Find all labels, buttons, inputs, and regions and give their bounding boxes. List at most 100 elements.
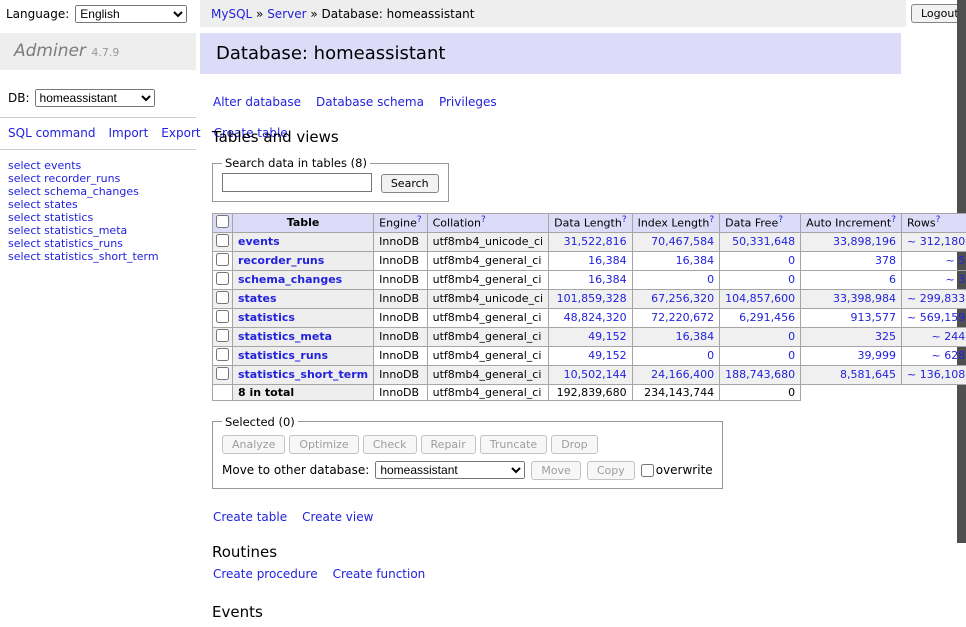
- auto-increment-link[interactable]: 378: [875, 254, 896, 267]
- data-free-link[interactable]: 50,331,648: [732, 235, 795, 248]
- link-database-schema[interactable]: Database schema: [316, 95, 424, 109]
- auto-increment-link[interactable]: 33,898,196: [833, 235, 896, 248]
- data-free-link[interactable]: 0: [788, 330, 795, 343]
- table-name-link-statistics-short-term[interactable]: statistics_short_term: [238, 368, 368, 381]
- overwrite-checkbox[interactable]: [641, 464, 654, 477]
- move-db-select[interactable]: homeassistant: [375, 461, 525, 479]
- engine-cell: InnoDB: [374, 289, 427, 308]
- index-length-link[interactable]: 70,467,584: [651, 235, 714, 248]
- data-length-link[interactable]: 31,522,816: [564, 235, 627, 248]
- rows-count-link[interactable]: ~ 299,833: [907, 292, 965, 305]
- sidebar-table-link-select-statistics-runs[interactable]: select statistics_runs: [8, 237, 188, 250]
- sidebar-table-link-select-statistics-meta[interactable]: select statistics_meta: [8, 224, 188, 237]
- row-checkbox-recorder-runs[interactable]: [216, 253, 229, 266]
- index-length-link[interactable]: 16,384: [676, 254, 715, 267]
- help-link[interactable]: ?: [891, 215, 896, 225]
- sidebar-action-sql-command[interactable]: SQL command: [8, 126, 95, 140]
- sidebar-table-link-select-recorder-runs[interactable]: select recorder_runs: [8, 172, 188, 185]
- link-create-table[interactable]: Create table: [213, 510, 287, 524]
- data-length-link[interactable]: 10,502,144: [564, 368, 627, 381]
- search-input[interactable]: [222, 173, 372, 192]
- sidebar-table-link-select-statistics-short-term[interactable]: select statistics_short_term: [8, 250, 188, 263]
- row-checkbox-states[interactable]: [216, 291, 229, 304]
- data-free-link[interactable]: 0: [788, 273, 795, 286]
- index-length-link[interactable]: 72,220,672: [651, 311, 714, 324]
- index-length-link[interactable]: 24,166,400: [651, 368, 714, 381]
- table-name-link-states[interactable]: states: [238, 292, 277, 305]
- auto-increment-link[interactable]: 325: [875, 330, 896, 343]
- breadcrumb-link-mysql[interactable]: MySQL: [211, 7, 252, 21]
- db-select[interactable]: homeassistant: [35, 89, 155, 107]
- rows-count-link[interactable]: ~ 569,159: [907, 311, 965, 324]
- rows-count-link[interactable]: ~ 3: [945, 273, 965, 286]
- sidebar-table-link-select-schema-changes[interactable]: select schema_changes: [8, 185, 188, 198]
- help-link[interactable]: ?: [417, 215, 422, 225]
- table-header-row: TableEngine?Collation?Data Length?Index …: [213, 213, 966, 232]
- column-header-auto-increment: Auto Increment?: [801, 213, 902, 232]
- sidebar-table-link-select-events[interactable]: select events: [8, 159, 188, 172]
- help-link[interactable]: ?: [936, 215, 941, 225]
- auto-increment-link[interactable]: 913,577: [851, 311, 897, 324]
- link-alter-database[interactable]: Alter database: [213, 95, 301, 109]
- link-create-function[interactable]: Create function: [333, 567, 426, 581]
- data-free-link[interactable]: 6,291,456: [739, 311, 795, 324]
- auto-increment-link[interactable]: 8,581,645: [840, 368, 896, 381]
- sidebar-table-link-select-states[interactable]: select states: [8, 198, 188, 211]
- row-checkbox-statistics-runs[interactable]: [216, 348, 229, 361]
- table-body: eventsInnoDButf8mb4_unicode_ci31,522,816…: [213, 232, 966, 400]
- data-free-link[interactable]: 188,743,680: [725, 368, 795, 381]
- row-checkbox-schema-changes[interactable]: [216, 272, 229, 285]
- row-checkbox-statistics-short-term[interactable]: [216, 367, 229, 380]
- data-length-link[interactable]: 16,384: [588, 254, 627, 267]
- sidebar-table-link-select-statistics[interactable]: select statistics: [8, 211, 188, 224]
- auto-increment-link[interactable]: 6: [889, 273, 896, 286]
- table-name-link-statistics-meta[interactable]: statistics_meta: [238, 330, 332, 343]
- index-length-link[interactable]: 0: [707, 273, 714, 286]
- row-checkbox-statistics[interactable]: [216, 310, 229, 323]
- table-name-link-recorder-runs[interactable]: recorder_runs: [238, 254, 324, 267]
- data-length-link[interactable]: 101,859,328: [557, 292, 627, 305]
- rows-count-cell: ~ 299,833: [902, 289, 966, 308]
- index-length-link[interactable]: 67,256,320: [651, 292, 714, 305]
- auto-increment-link[interactable]: 39,999: [858, 349, 897, 362]
- rows-count-link[interactable]: ~ 5: [945, 254, 965, 267]
- table-name-link-schema-changes[interactable]: schema_changes: [238, 273, 342, 286]
- data-free-link[interactable]: 104,857,600: [725, 292, 795, 305]
- help-link[interactable]: ?: [622, 215, 627, 225]
- data-length-link[interactable]: 49,152: [588, 330, 627, 343]
- auto-increment-cell: 8,581,645: [801, 365, 902, 384]
- index-length-link[interactable]: 0: [707, 349, 714, 362]
- table-row-recorder-runs: recorder_runsInnoDButf8mb4_general_ci16,…: [213, 251, 966, 270]
- data-length-link[interactable]: 48,824,320: [564, 311, 627, 324]
- language-select[interactable]: English: [75, 5, 187, 23]
- data-free-link[interactable]: 0: [788, 349, 795, 362]
- rows-count-link[interactable]: ~ 244: [931, 330, 965, 343]
- help-link[interactable]: ?: [778, 215, 783, 225]
- help-link[interactable]: ?: [481, 215, 486, 225]
- help-link[interactable]: ?: [709, 215, 714, 225]
- link-privileges[interactable]: Privileges: [439, 95, 497, 109]
- row-checkbox-events[interactable]: [216, 234, 229, 247]
- table-name-link-statistics[interactable]: statistics: [238, 311, 295, 324]
- sidebar-actions: SQL commandImportExportCreate table: [0, 117, 196, 150]
- select-all-checkbox[interactable]: [216, 215, 229, 228]
- table-name-link-events[interactable]: events: [238, 235, 280, 248]
- table-name-link-statistics-runs[interactable]: statistics_runs: [238, 349, 328, 362]
- breadcrumb: MySQL » Server » Database: homeassistant: [200, 0, 906, 27]
- data-length-link[interactable]: 16,384: [588, 273, 627, 286]
- sidebar-action-import[interactable]: Import: [108, 126, 148, 140]
- link-create-procedure[interactable]: Create procedure: [213, 567, 318, 581]
- data-length-link[interactable]: 49,152: [588, 349, 627, 362]
- rows-count-link[interactable]: ~ 312,180: [907, 235, 965, 248]
- search-button[interactable]: Search: [381, 174, 439, 193]
- rows-count-link[interactable]: ~ 628: [931, 349, 965, 362]
- breadcrumb-link-server[interactable]: Server: [267, 7, 306, 21]
- row-checkbox-statistics-meta[interactable]: [216, 329, 229, 342]
- page-title: Database: homeassistant: [200, 33, 901, 74]
- auto-increment-link[interactable]: 33,398,984: [833, 292, 896, 305]
- index-length-link[interactable]: 16,384: [676, 330, 715, 343]
- rows-count-link[interactable]: ~ 136,108: [907, 368, 965, 381]
- sidebar-action-export[interactable]: Export: [161, 126, 200, 140]
- link-create-view[interactable]: Create view: [302, 510, 373, 524]
- data-free-link[interactable]: 0: [788, 254, 795, 267]
